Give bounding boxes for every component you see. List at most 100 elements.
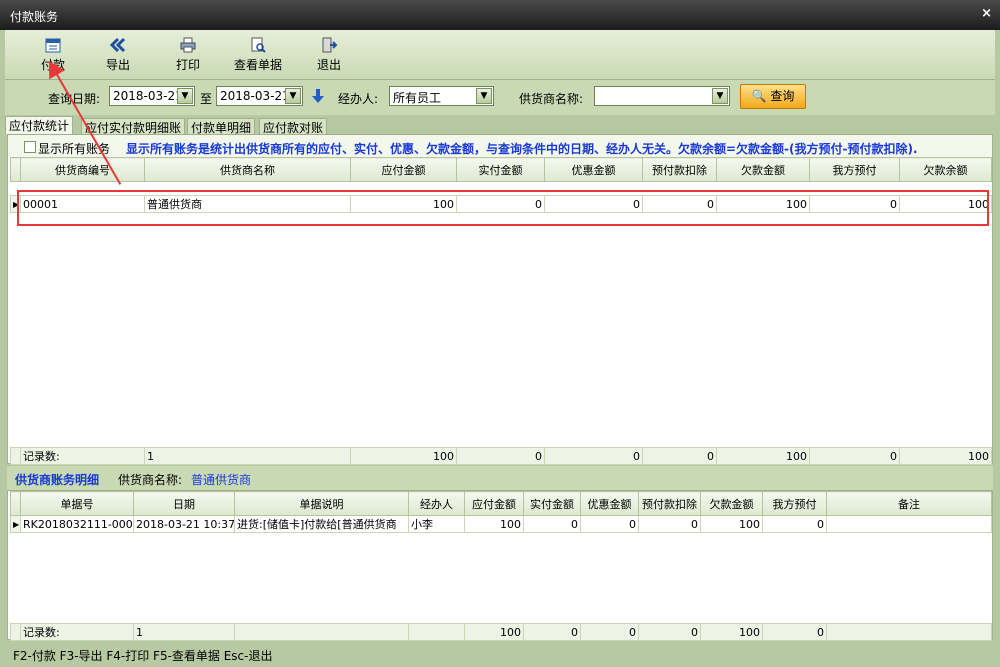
column-header[interactable]: 预付款扣除: [642, 157, 717, 182]
payment-accounts-window: 付款账务 × 付款 导出 打印 查看单据 退出 查询日期: 2018-03-21…: [0, 0, 1000, 667]
column-header[interactable]: 欠款金额: [716, 157, 810, 182]
column-header[interactable]: 优惠金额: [580, 491, 639, 516]
cell-handler[interactable]: 小李: [408, 515, 465, 533]
query-button[interactable]: 🔍 查询: [740, 84, 806, 109]
cell-date[interactable]: 2018-03-21 10:37: [133, 515, 235, 533]
document-search-icon: [251, 37, 266, 53]
totals-paid: 0: [456, 447, 545, 465]
column-header[interactable]: 应付金额: [350, 157, 457, 182]
date-from-picker[interactable]: 2018-03-21 ▼: [109, 86, 195, 106]
column-header[interactable]: 备注: [826, 491, 992, 516]
cell-owed[interactable]: 100: [700, 515, 763, 533]
totals-discount: 0: [580, 623, 639, 641]
column-header[interactable]: 供货商名称: [144, 157, 351, 182]
cell-paid[interactable]: 0: [523, 515, 581, 533]
totals-prepay-deduct: 0: [642, 447, 717, 465]
totals-owed: 100: [700, 623, 763, 641]
totals-count: 1: [133, 623, 235, 641]
view-documents-button[interactable]: 查看单据: [223, 36, 293, 76]
date-to-value: 2018-03-21: [220, 89, 290, 103]
detail-totals-table: 记录数: 1 100 0 0 0 100 0: [10, 623, 992, 641]
detail-title: 供货商账务明细: [15, 473, 100, 487]
print-button[interactable]: 打印: [153, 36, 223, 76]
chevron-down-icon[interactable]: ▼: [712, 88, 728, 104]
totals-prepay-deduct: 0: [638, 623, 701, 641]
row-indicator-header: [10, 157, 21, 182]
cell-prepay-deduct[interactable]: 0: [638, 515, 701, 533]
cell-payable[interactable]: 100: [464, 515, 524, 533]
window-title: 付款账务: [10, 10, 59, 24]
handler-value: 所有员工: [393, 91, 442, 105]
column-header[interactable]: 单据说明: [234, 491, 409, 516]
column-header[interactable]: 预付款扣除: [638, 491, 701, 516]
totals-row: 记录数: 1 100 0 0 0 100 0 100: [10, 447, 992, 465]
status-bar: F2-付款 F3-导出 F4-打印 F5-查看单据 Esc-退出: [5, 643, 995, 663]
supplier-label: 供货商名称:: [519, 92, 584, 106]
column-header[interactable]: 实付金额: [523, 491, 581, 516]
chevron-down-icon[interactable]: ▼: [285, 88, 301, 104]
column-header[interactable]: 日期: [133, 491, 235, 516]
totals-label: 记录数:: [20, 447, 145, 465]
column-header[interactable]: 经办人: [408, 491, 465, 516]
toolbar: 付款 导出 打印 查看单据 退出: [5, 30, 995, 80]
view-documents-label: 查看单据: [233, 58, 282, 72]
totals-owed: 100: [716, 447, 810, 465]
exit-button[interactable]: 退出: [294, 36, 364, 76]
detail-table: 单据号 日期 单据说明 经办人 应付金额 实付金额 优惠金额 预付款扣除 欠款金…: [10, 491, 992, 533]
column-header[interactable]: 应付金额: [464, 491, 524, 516]
query-label: 查询: [770, 89, 795, 103]
row-indicator-header: [10, 491, 21, 516]
show-all-checkbox[interactable]: [24, 141, 36, 153]
column-header[interactable]: 欠款金额: [700, 491, 763, 516]
detail-supplier-label: 供货商名称:: [118, 473, 183, 487]
totals-balance: 100: [899, 447, 992, 465]
tab-payables-ledger[interactable]: 应付实付款明细账: [81, 118, 186, 135]
cell-description[interactable]: 进货:[储值卡]付款给[普通供货商: [234, 515, 409, 533]
double-left-arrow-icon: [109, 37, 126, 53]
tab-strip: 应付款统计 应付实付款明细账 付款单明细 应付款对账: [5, 116, 995, 135]
column-header[interactable]: 我方预付: [809, 157, 900, 182]
summary-totals-table: 记录数: 1 100 0 0 0 100 0 100: [10, 447, 992, 465]
cell-discount[interactable]: 0: [580, 515, 639, 533]
close-icon[interactable]: ×: [981, 6, 992, 21]
exit-door-icon: [322, 37, 338, 53]
column-header[interactable]: 优惠金额: [544, 157, 643, 182]
column-header[interactable]: 我方预付: [762, 491, 827, 516]
totals-payable: 100: [350, 447, 457, 465]
export-button[interactable]: 导出: [83, 36, 153, 76]
to-label: 至: [200, 92, 213, 106]
table-row[interactable]: ▶ RK2018032111-0001 2018-03-21 10:37 进货:…: [10, 515, 992, 533]
tab-reconciliation[interactable]: 应付款对账: [259, 118, 328, 135]
highlight-box: [17, 190, 989, 226]
handler-label: 经办人:: [338, 92, 379, 106]
detail-header-row: 单据号 日期 单据说明 经办人 应付金额 实付金额 优惠金额 预付款扣除 欠款金…: [10, 491, 992, 516]
cell-doc-no[interactable]: RK2018032111-0001: [20, 515, 134, 533]
totals-spacer: [10, 623, 21, 641]
column-header[interactable]: 实付金额: [456, 157, 545, 182]
print-label: 打印: [175, 58, 200, 72]
totals-empty: [826, 623, 992, 641]
cell-remark[interactable]: [826, 515, 992, 533]
totals-our-prepay: 0: [762, 623, 827, 641]
supplier-select[interactable]: ▼: [594, 86, 730, 106]
summary-notice: 显示所有账务是统计出供货商所有的应付、实付、优惠、欠款金额，与查询条件中的日期、…: [126, 142, 918, 156]
chevron-down-icon[interactable]: ▼: [177, 88, 193, 104]
column-header[interactable]: 单据号: [20, 491, 134, 516]
down-arrow-icon[interactable]: [311, 88, 325, 104]
detail-panel: 单据号 日期 单据说明 经办人 应付金额 实付金额 优惠金额 预付款扣除 欠款金…: [7, 490, 993, 641]
column-header[interactable]: 供货商编号: [20, 157, 145, 182]
totals-our-prepay: 0: [809, 447, 900, 465]
column-header[interactable]: 欠款余额: [899, 157, 992, 182]
totals-payable: 100: [464, 623, 524, 641]
tab-payables-stats[interactable]: 应付款统计: [5, 116, 74, 134]
date-to-picker[interactable]: 2018-03-21 ▼: [216, 86, 303, 106]
handler-select[interactable]: 所有员工 ▼: [389, 86, 494, 106]
export-label: 导出: [105, 58, 130, 72]
chevron-down-icon[interactable]: ▼: [476, 88, 492, 104]
printer-icon: [180, 37, 196, 53]
tab-payment-details[interactable]: 付款单明细: [187, 118, 256, 135]
cell-our-prepay[interactable]: 0: [762, 515, 827, 533]
totals-empty: [234, 623, 409, 641]
title-bar: 付款账务 ×: [0, 0, 1000, 30]
summary-panel: 显示所有账务 显示所有账务是统计出供货商所有的应付、实付、优惠、欠款金额，与查询…: [7, 134, 993, 465]
